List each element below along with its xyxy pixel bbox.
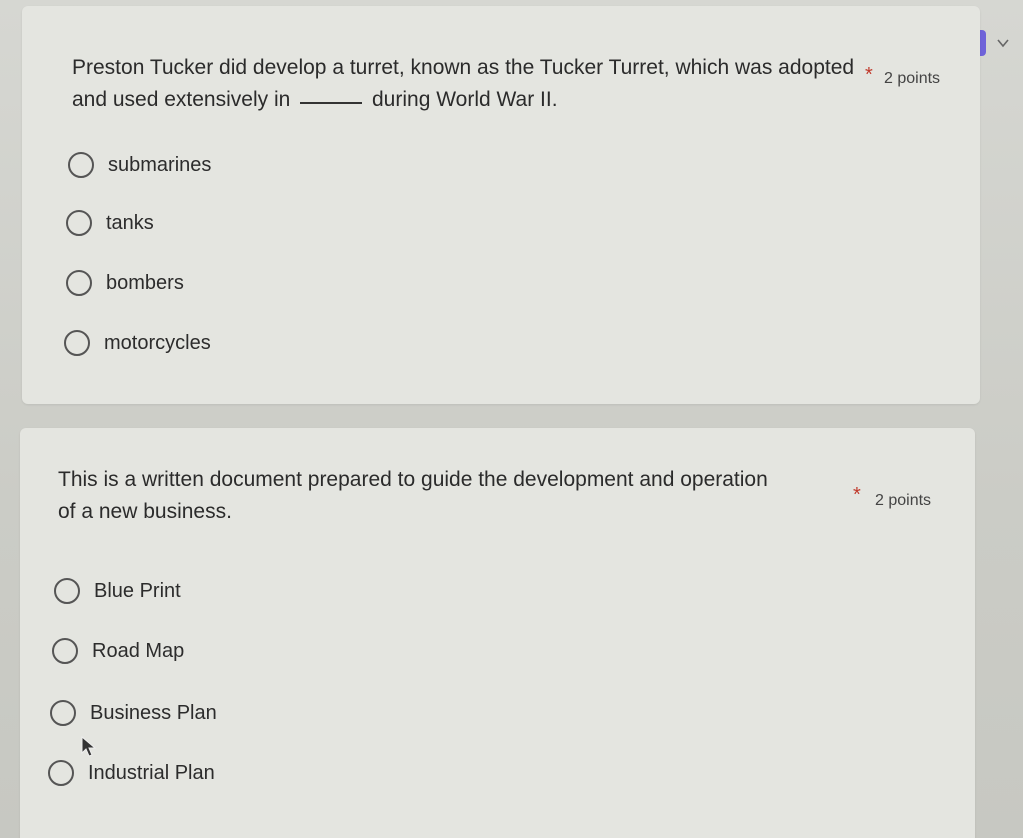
question-text-after: during World War II. (372, 88, 558, 111)
option-label: Industrial Plan (88, 761, 215, 784)
option-industrial-plan[interactable]: Industrial Plan (48, 756, 215, 790)
question-text: Preston Tucker did develop a turret, kno… (72, 52, 872, 116)
question-text: This is a written document prepared to g… (58, 468, 768, 523)
option-label: Blue Print (94, 579, 181, 602)
radio-button[interactable] (64, 330, 90, 356)
option-tanks[interactable]: tanks (66, 206, 154, 240)
radio-button[interactable] (48, 760, 74, 786)
question-card-2: This is a written document prepared to g… (20, 428, 975, 838)
option-business-plan[interactable]: Business Plan (50, 696, 217, 730)
required-asterisk: * (865, 64, 873, 86)
radio-button[interactable] (52, 638, 78, 664)
option-label: Road Map (92, 639, 185, 662)
radio-button[interactable] (68, 152, 94, 178)
option-label: tanks (106, 211, 154, 234)
points-label: 2 points (884, 70, 941, 87)
option-submarines[interactable]: submarines (68, 148, 211, 182)
fill-in-blank (300, 92, 363, 104)
radio-button[interactable] (50, 700, 76, 726)
radio-button[interactable] (66, 270, 92, 296)
option-road-map[interactable]: Road Map (52, 634, 184, 668)
option-motorcycles[interactable]: motorcycles (64, 326, 211, 360)
option-label: motorcycles (104, 331, 211, 354)
form-page: rw Preston Tucker did develop a turret, … (0, 0, 1023, 838)
radio-button[interactable] (54, 578, 80, 604)
option-label: Business Plan (90, 701, 217, 724)
question-card-1: Preston Tucker did develop a turret, kno… (22, 6, 980, 404)
option-bombers[interactable]: bombers (66, 266, 184, 300)
points-label: 2 points (875, 492, 932, 509)
chevron-down-icon[interactable] (996, 36, 1010, 50)
option-label: bombers (106, 271, 184, 294)
required-asterisk: * (853, 484, 861, 506)
option-blue-print[interactable]: Blue Print (54, 574, 181, 608)
option-label: submarines (108, 153, 212, 176)
radio-button[interactable] (66, 210, 92, 236)
mouse-cursor-icon (81, 735, 97, 757)
